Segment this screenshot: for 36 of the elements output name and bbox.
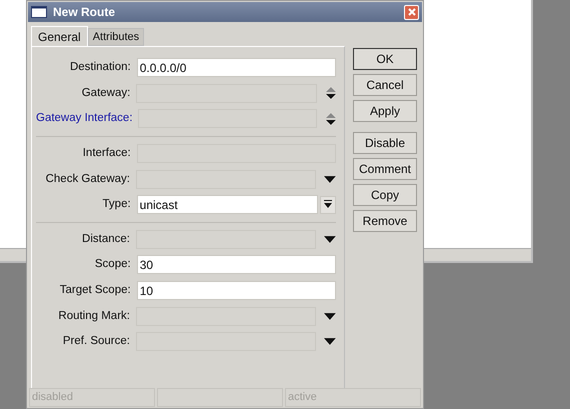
input-field[interactable]: 0.0.0.0/0 <box>136 58 336 78</box>
dropdown-arrow-icon <box>324 200 332 210</box>
field-label: Interface: <box>82 146 132 161</box>
field-label: Gateway: <box>80 86 132 101</box>
field-label: Distance: <box>81 232 131 247</box>
x-icon <box>408 8 416 16</box>
tab[interactable]: General <box>31 26 88 46</box>
up-down-arrows-icon[interactable] <box>326 87 336 100</box>
dialog-button[interactable]: Comment <box>353 158 417 180</box>
dialog-button[interactable]: Apply <box>353 100 417 122</box>
dialog-button[interactable]: Remove <box>353 210 417 232</box>
input-field[interactable]: 10 <box>136 281 336 300</box>
input-field[interactable]: 30 <box>136 255 336 274</box>
dropdown-arrow-icon[interactable] <box>324 312 336 320</box>
up-down-arrows-icon[interactable] <box>326 112 336 125</box>
window-title: New Route <box>53 4 116 21</box>
dialog-button[interactable]: Disable <box>353 132 417 154</box>
field-label: Pref. Source: <box>62 334 131 350</box>
field-label: Destination: <box>68 60 132 76</box>
dropdown-arrow-icon[interactable] <box>324 176 336 183</box>
input-field[interactable]: unicast <box>136 195 318 214</box>
window-icon <box>31 6 47 18</box>
field-label: Scope: <box>94 257 132 272</box>
dropdown-arrow-icon[interactable] <box>324 236 336 243</box>
dialog-button[interactable]: Cancel <box>353 74 417 96</box>
field-label: Type: <box>102 197 132 212</box>
field-label: Gateway Interface: <box>36 111 134 126</box>
close-button[interactable] <box>404 4 419 20</box>
dialog-button[interactable]: OK <box>353 48 417 70</box>
field-label: Check Gateway: <box>44 172 131 187</box>
field-label: Target Scope: <box>58 282 132 298</box>
dropdown-arrow-icon[interactable] <box>324 338 336 346</box>
tab[interactable]: Attributes <box>88 28 144 46</box>
dialog-button[interactable]: Copy <box>353 184 417 206</box>
field-label: Routing Mark: <box>57 308 131 324</box>
dropdown-button[interactable] <box>320 196 336 214</box>
